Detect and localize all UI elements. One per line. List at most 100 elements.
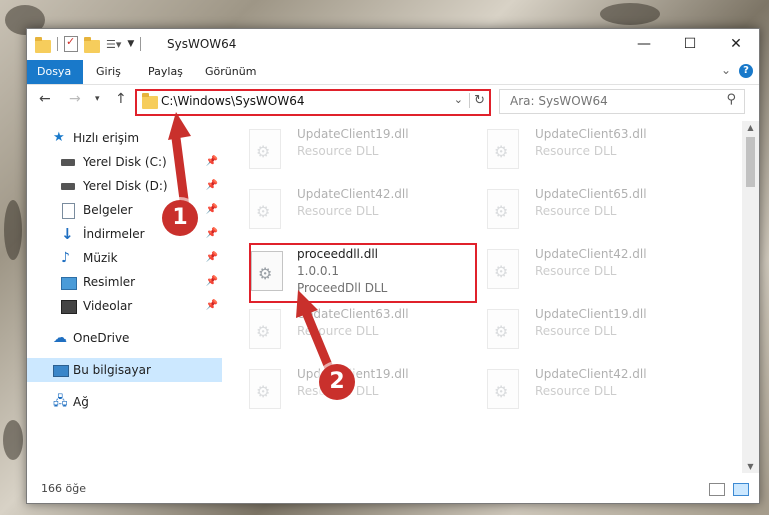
step-badge-2: 2 xyxy=(319,364,355,400)
search-box[interactable]: ⚲ xyxy=(499,89,745,114)
file-name: UpdateClient63.dll xyxy=(535,127,647,141)
nav-label: Yerel Disk (C:) xyxy=(83,155,167,169)
file-item[interactable]: UpdateClient42.dll Resource DLL xyxy=(223,183,449,243)
search-input[interactable] xyxy=(508,93,712,109)
pin-icon[interactable]: 📌 xyxy=(206,174,218,198)
tab-share[interactable]: Paylaş xyxy=(138,60,193,84)
tab-view[interactable]: Görünüm xyxy=(195,60,266,84)
maximize-button[interactable]: ☐ xyxy=(667,29,713,59)
file-version: 1.0.0.1 xyxy=(297,264,339,278)
file-item[interactable]: UpdateClient42.dll Resource DLL xyxy=(461,363,687,423)
file-item[interactable]: UpdateClient63.dll Resource DLL xyxy=(461,123,687,183)
scroll-down-icon[interactable]: ▼ xyxy=(742,462,759,471)
chevron-down-icon[interactable]: ▼ xyxy=(127,39,134,49)
file-description: Resource DLL xyxy=(535,204,617,218)
dll-file-icon xyxy=(251,251,283,291)
quick-access-toolbar: ☰▾ ▼ xyxy=(35,35,142,53)
scroll-thumb[interactable] xyxy=(746,137,755,187)
dll-file-icon xyxy=(249,369,281,409)
pin-icon[interactable]: 📌 xyxy=(206,294,218,318)
vertical-scrollbar[interactable]: ▲ ▼ xyxy=(742,121,759,473)
nav-item-pictures[interactable]: Resimler 📌 xyxy=(27,270,222,294)
pin-icon[interactable]: 📌 xyxy=(206,198,218,222)
customize-toolbar-icon[interactable]: ☰▾ xyxy=(106,38,121,51)
file-name: UpdateClient42.dll xyxy=(535,247,647,261)
expand-ribbon-icon[interactable]: ⌄ xyxy=(721,63,731,77)
nav-quick-access[interactable]: ★ Hızlı erişim xyxy=(27,126,222,150)
pin-icon[interactable]: 📌 xyxy=(206,150,218,174)
downloads-icon: ↓ xyxy=(61,225,74,243)
dll-file-icon xyxy=(249,189,281,229)
large-icons-view-icon[interactable] xyxy=(733,483,749,496)
file-item[interactable]: UpdateClient65.dll Resource DLL xyxy=(461,183,687,243)
search-icon[interactable]: ⚲ xyxy=(726,92,736,107)
nav-item-local-disk-c[interactable]: Yerel Disk (C:) 📌 xyxy=(27,150,222,174)
divider xyxy=(140,37,142,51)
dll-file-icon xyxy=(487,309,519,349)
new-folder-icon[interactable] xyxy=(84,36,100,53)
file-item[interactable]: UpdateClient19.dll Resource DLL xyxy=(223,123,449,183)
nav-label: İndirmeler xyxy=(83,227,145,241)
computer-icon xyxy=(53,365,69,377)
divider xyxy=(57,37,58,51)
file-description: Resource DLL xyxy=(297,324,379,338)
file-description: Resource DLL xyxy=(535,324,617,338)
nav-label: Resimler xyxy=(83,275,136,289)
nav-item-music[interactable]: ♪ Müzik 📌 xyxy=(27,246,222,270)
back-arrow-icon[interactable]: ← xyxy=(39,91,51,107)
dll-file-icon xyxy=(487,249,519,289)
file-item[interactable]: UpdateClient63.dll Resource DLL xyxy=(223,303,449,363)
ribbon: Dosya Giriş Paylaş Görünüm ⌄ ? xyxy=(27,60,759,85)
nav-this-pc[interactable]: Bu bilgisayar xyxy=(27,358,222,382)
nav-item-local-disk-d[interactable]: Yerel Disk (D:) 📌 xyxy=(27,174,222,198)
nav-onedrive[interactable]: ☁ OneDrive xyxy=(27,326,222,350)
tab-home[interactable]: Giriş xyxy=(86,60,131,84)
file-description: Resource DLL xyxy=(297,204,379,218)
title-bar: ☰▾ ▼ SysWOW64 — ☐ ✕ xyxy=(27,29,759,61)
recent-locations-icon[interactable]: ▾ xyxy=(95,94,100,104)
file-item[interactable]: UpdateClient19.dll Resource DLL xyxy=(461,303,687,363)
close-button[interactable]: ✕ xyxy=(713,29,759,59)
cloud-icon: ☁ xyxy=(53,330,67,346)
nav-network[interactable]: 🖧 Ağ xyxy=(27,390,222,414)
status-bar: 166 öğe xyxy=(27,475,759,503)
documents-icon xyxy=(62,203,75,219)
dll-file-icon xyxy=(487,129,519,169)
address-bar[interactable]: C:\Windows\SysWOW64 ⌄ ↻ xyxy=(135,89,491,116)
pin-icon[interactable]: 📌 xyxy=(206,222,218,246)
file-name: UpdateClient19.dll xyxy=(297,127,409,141)
up-arrow-icon[interactable]: ↑ xyxy=(115,91,127,107)
properties-icon[interactable] xyxy=(64,35,78,52)
star-icon: ★ xyxy=(53,130,65,145)
pictures-icon xyxy=(61,277,77,290)
minimize-button[interactable]: — xyxy=(621,29,667,59)
file-name: UpdateClient65.dll xyxy=(535,187,647,201)
item-count: 166 öğe xyxy=(41,482,86,495)
chevron-down-icon[interactable]: ⌄ xyxy=(454,93,463,106)
file-name: UpdateClient63.dll xyxy=(297,307,409,321)
nav-item-videos[interactable]: Videolar 📌 xyxy=(27,294,222,318)
address-path: C:\Windows\SysWOW64 xyxy=(161,94,305,108)
help-icon[interactable]: ? xyxy=(739,64,753,78)
file-description: Resource DLL xyxy=(535,384,617,398)
refresh-icon[interactable]: ↻ xyxy=(469,93,485,108)
pin-icon[interactable]: 📌 xyxy=(206,246,218,270)
wallpaper-spot xyxy=(4,200,22,260)
folder-icon xyxy=(142,93,158,109)
step-badge-1: 1 xyxy=(162,200,198,236)
file-name: UpdateClient42.dll xyxy=(535,367,647,381)
nav-label: OneDrive xyxy=(73,331,130,345)
tab-file[interactable]: Dosya xyxy=(27,60,83,84)
scroll-up-icon[interactable]: ▲ xyxy=(742,123,759,132)
file-item[interactable]: UpdateClient42.dll Resource DLL xyxy=(461,243,687,303)
wallpaper-spot xyxy=(3,420,23,460)
nav-label: Yerel Disk (D:) xyxy=(83,179,168,193)
wallpaper-spot xyxy=(600,3,660,25)
nav-label: Ağ xyxy=(73,395,89,409)
pin-icon[interactable]: 📌 xyxy=(206,270,218,294)
navigation-bar: ← → ▾ ↑ C:\Windows\SysWOW64 ⌄ ↻ ⚲ xyxy=(27,85,759,117)
forward-arrow-icon[interactable]: → xyxy=(69,91,81,107)
videos-icon xyxy=(61,300,77,314)
details-view-icon[interactable] xyxy=(709,483,725,496)
file-item-selected[interactable]: proceeddll.dll 1.0.0.1 ProceedDll DLL xyxy=(249,243,477,303)
